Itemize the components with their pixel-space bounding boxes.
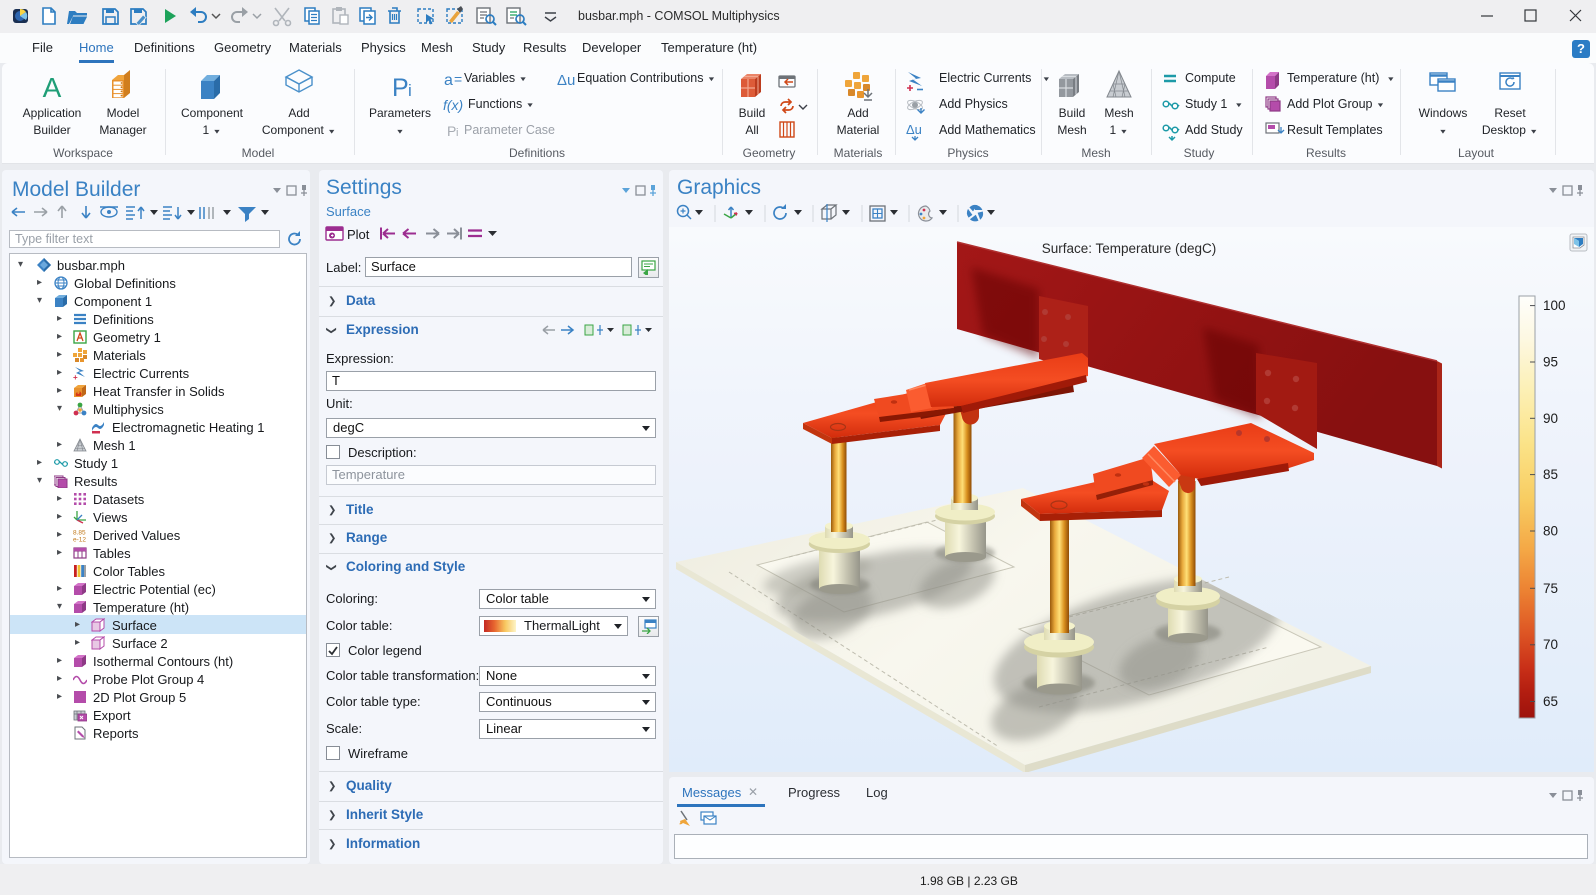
svg-text:P: P — [392, 74, 409, 102]
svg-text:65: 65 — [1543, 694, 1558, 709]
svg-text:70: 70 — [1543, 637, 1558, 652]
svg-text:Δu: Δu — [906, 122, 922, 137]
svg-text:a: a — [444, 72, 453, 89]
svg-text:+: + — [73, 373, 78, 380]
svg-text:85: 85 — [1543, 467, 1558, 482]
svg-text:75: 75 — [1543, 581, 1558, 596]
svg-text:80: 80 — [1543, 524, 1558, 539]
svg-text:A: A — [43, 72, 62, 103]
svg-text:e-12: e-12 — [73, 537, 86, 543]
svg-text:Δu: Δu — [557, 72, 575, 89]
svg-text:=: = — [454, 71, 462, 87]
svg-text:i: i — [456, 127, 458, 139]
svg-text:f(x): f(x) — [443, 97, 463, 113]
svg-text:Surface: Temperature (degC): Surface: Temperature (degC) — [1042, 241, 1217, 256]
svg-text:P: P — [447, 123, 456, 139]
svg-text:90: 90 — [1543, 411, 1558, 426]
svg-text:95: 95 — [1543, 355, 1558, 370]
svg-text:i: i — [408, 81, 412, 100]
svg-text:8.85: 8.85 — [73, 530, 86, 537]
svg-text:100: 100 — [1543, 298, 1566, 313]
